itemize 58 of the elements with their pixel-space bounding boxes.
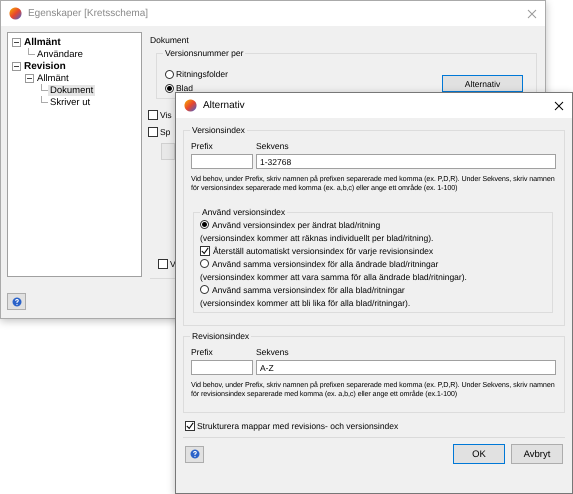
checkbox[interactable] bbox=[200, 246, 210, 256]
radio-label: Använd samma versionsindex för alla blad/ritningar bbox=[212, 284, 405, 294]
field-label: Sekvens bbox=[256, 347, 290, 357]
help-button[interactable] bbox=[185, 446, 204, 462]
prefix-field[interactable] bbox=[191, 154, 253, 169]
tree-item[interactable]: Allmänt bbox=[35, 72, 71, 84]
tree-item[interactable]: Dokument bbox=[48, 84, 96, 96]
radio-button[interactable] bbox=[165, 70, 174, 78]
collapse-icon[interactable] bbox=[12, 62, 20, 70]
field-label: Prefix bbox=[191, 141, 214, 151]
section-title: Dokument bbox=[150, 35, 190, 45]
checkbox[interactable] bbox=[185, 421, 195, 431]
close-icon bbox=[554, 100, 564, 110]
group-title: Använd versionsindex bbox=[200, 207, 288, 217]
help-icon bbox=[12, 296, 22, 306]
radio-button[interactable] bbox=[165, 84, 174, 92]
radio-button[interactable] bbox=[200, 220, 209, 229]
checkbox[interactable] bbox=[158, 259, 168, 269]
radio-button[interactable] bbox=[200, 259, 209, 268]
close-icon bbox=[527, 8, 537, 18]
radio-label: Blad bbox=[176, 83, 194, 93]
tree-item[interactable]: Revision bbox=[22, 60, 68, 72]
note-text: (versionsindex kommer att vara samma för alla ändrade blad/ritningar). bbox=[200, 272, 467, 282]
window-title: Egenskaper [Kretsschema] bbox=[28, 8, 150, 19]
checkbox[interactable] bbox=[148, 110, 158, 120]
sequence-field[interactable]: A-Z bbox=[256, 360, 556, 375]
tree-item[interactable]: Skriver ut bbox=[48, 96, 92, 108]
checkbox-label: Strukturera mappar med revisions- och versionsindex bbox=[197, 421, 398, 431]
dialog-title: Alternativ bbox=[203, 100, 246, 111]
help-button[interactable] bbox=[7, 293, 26, 310]
collapse-icon[interactable] bbox=[24, 74, 34, 82]
note-text: (versionsindex kommer att bli lika för alla blad/ritningar). bbox=[200, 298, 410, 308]
collapse-icon[interactable] bbox=[12, 38, 20, 46]
tree-item[interactable]: Användare bbox=[35, 48, 85, 60]
checkbox-label: Återställ automatiskt versionsindex för varje revisionsindex bbox=[213, 246, 434, 256]
options-button[interactable]: Alternativ bbox=[442, 75, 523, 92]
field-label: Prefix bbox=[191, 347, 214, 357]
prefix-field[interactable] bbox=[191, 360, 253, 375]
help-icon bbox=[190, 449, 200, 459]
app-logo-icon bbox=[184, 99, 197, 112]
group-title: Versionsindex bbox=[190, 125, 247, 135]
checkbox-label: Sp bbox=[160, 127, 170, 137]
radio-label: Ritningsfolder bbox=[176, 69, 228, 79]
field-label: Sekvens bbox=[256, 141, 290, 151]
group-title: Revisionsindex bbox=[190, 331, 252, 341]
close-button[interactable] bbox=[554, 100, 564, 110]
app-logo-icon bbox=[9, 7, 22, 20]
dialog-button[interactable]: Avbryt bbox=[511, 444, 563, 464]
radio-button[interactable] bbox=[200, 285, 209, 294]
checkbox[interactable] bbox=[148, 127, 158, 137]
checkbox-label: Vis bbox=[160, 110, 172, 120]
sequence-field[interactable]: 1-32768 bbox=[256, 154, 556, 169]
tree-item[interactable]: Allmänt bbox=[22, 36, 63, 48]
radio-label: Använd samma versionsindex för alla ändrade blad/ritningar bbox=[212, 258, 438, 268]
radio-label: Använd versionsindex per ändrat blad/ritning bbox=[212, 220, 380, 230]
group-title: Versionsnummer per bbox=[163, 48, 246, 58]
dialog-button[interactable]: OK bbox=[453, 444, 505, 464]
note-text: (versionsindex kommer att räknas individuellt per blad/ritning). bbox=[200, 232, 434, 242]
